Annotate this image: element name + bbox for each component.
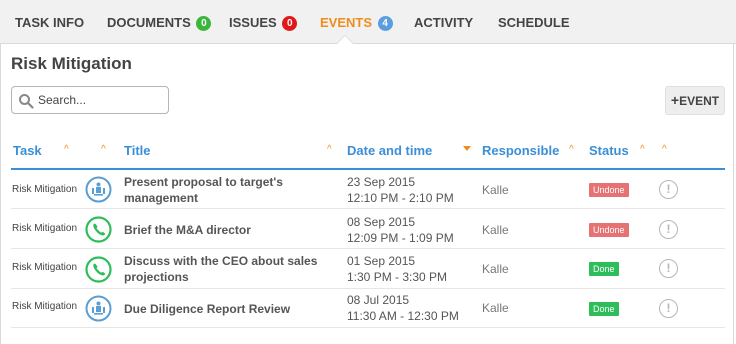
column-header-responsible[interactable]: Responsible <box>482 143 559 158</box>
event-title-line: projections <box>124 270 189 284</box>
status-badge: Done <box>589 302 619 316</box>
phone-icon <box>85 256 112 283</box>
date-time-cell: 01 Sep 2015 1:30 PM - 3:30 PM <box>347 253 447 285</box>
sort-up-icon[interactable]: ^ <box>569 144 574 155</box>
task-cell: Risk Mitigation <box>12 184 78 195</box>
table-row[interactable]: Risk Mitigation Discuss with the CEO abo… <box>11 250 725 289</box>
event-title[interactable]: Present proposal to target's management <box>124 174 283 206</box>
exclamation-icon[interactable]: ! <box>659 220 678 239</box>
task-cell: Risk Mitigation <box>12 262 78 273</box>
meeting-icon <box>85 176 112 203</box>
column-header-title[interactable]: Title <box>124 143 151 158</box>
sort-up-icon[interactable]: ^ <box>640 144 645 155</box>
page-title: Risk Mitigation <box>11 54 132 73</box>
event-time: 12:10 PM - 2:10 PM <box>347 191 454 205</box>
date-time-cell: 08 Jul 2015 11:30 AM - 12:30 PM <box>347 292 459 324</box>
tab-activity[interactable]: ACTIVITY <box>414 0 473 44</box>
plus-icon: + <box>670 92 680 108</box>
event-date: 08 Sep 2015 <box>347 215 416 229</box>
column-header-task[interactable]: Task <box>13 143 42 158</box>
documents-count-badge: 0 <box>196 16 212 31</box>
tab-schedule[interactable]: SCHEDULE <box>498 0 570 44</box>
tab-label: ISSUES <box>229 15 277 30</box>
responsible-cell: Kalle <box>482 223 509 237</box>
tab-label: DOCUMENTS <box>107 15 191 30</box>
tab-label: ACTIVITY <box>414 15 474 30</box>
event-date: 01 Sep 2015 <box>347 254 416 268</box>
exclamation-icon[interactable]: ! <box>659 259 678 278</box>
status-badge: Done <box>589 262 619 276</box>
tab-task-info[interactable]: TASK INFO <box>15 0 84 44</box>
event-time: 11:30 AM - 12:30 PM <box>347 309 459 323</box>
active-tab-pointer <box>337 36 353 44</box>
event-title[interactable]: Due Diligence Report Review <box>124 301 290 317</box>
event-title-line: Due Diligence Report Review <box>124 302 291 316</box>
sort-up-icon[interactable]: ^ <box>662 144 667 155</box>
event-title-line: Discuss with the CEO about sales <box>124 254 318 268</box>
date-time-cell: 23 Sep 2015 12:10 PM - 2:10 PM <box>347 174 454 206</box>
event-time: 12:09 PM - 1:09 PM <box>347 231 454 245</box>
event-title[interactable]: Discuss with the CEO about sales project… <box>124 253 317 285</box>
tab-label: TASK INFO <box>15 15 85 30</box>
event-date: 23 Sep 2015 <box>347 175 416 189</box>
responsible-cell: Kalle <box>482 301 509 315</box>
panel-border-right <box>733 44 734 344</box>
column-header-status[interactable]: Status <box>589 143 629 158</box>
sort-down-icon[interactable] <box>463 146 471 151</box>
issues-count-badge: 0 <box>282 16 298 31</box>
sort-up-icon[interactable]: ^ <box>327 144 332 155</box>
tab-label: EVENTS <box>320 15 373 30</box>
responsible-cell: Kalle <box>482 262 509 276</box>
table-row[interactable]: Risk Mitigation Brief the M&A director 0… <box>11 210 725 249</box>
panel-border-left <box>0 44 1 344</box>
add-event-label: EVENT <box>679 94 720 108</box>
search-input[interactable] <box>38 90 166 110</box>
status-badge: Undone <box>589 223 629 237</box>
event-title-line: management <box>124 191 199 205</box>
phone-icon <box>85 216 112 243</box>
tab-events[interactable]: EVENTS 4 <box>320 0 393 44</box>
exclamation-icon[interactable]: ! <box>659 180 678 199</box>
sort-up-icon[interactable]: ^ <box>101 144 106 155</box>
event-date: 08 Jul 2015 <box>347 293 410 307</box>
search-box[interactable] <box>11 86 169 114</box>
event-title[interactable]: Brief the M&A director <box>124 222 251 238</box>
event-title-line: Present proposal to target's <box>124 175 283 189</box>
tab-documents[interactable]: DOCUMENTS 0 <box>107 0 212 44</box>
tab-label: SCHEDULE <box>498 15 570 30</box>
search-icon <box>19 94 34 109</box>
events-count-badge: 4 <box>377 16 393 31</box>
add-event-button[interactable]: +EVENT <box>665 86 725 115</box>
tab-bar: TASK INFO DOCUMENTS 0 ISSUES 0 EVENTS 4 … <box>0 0 736 44</box>
responsible-cell: Kalle <box>482 183 509 197</box>
event-title-line: Brief the M&A director <box>124 223 251 237</box>
event-time: 1:30 PM - 3:30 PM <box>347 270 448 284</box>
exclamation-icon[interactable]: ! <box>659 299 678 318</box>
table-row[interactable]: Risk Mitigation Present proposal to targ… <box>11 170 725 209</box>
tab-issues[interactable]: ISSUES 0 <box>229 0 298 44</box>
table-row[interactable]: Risk Mitigation Due Diligence Report Rev… <box>11 289 725 328</box>
date-time-cell: 08 Sep 2015 12:09 PM - 1:09 PM <box>347 214 454 246</box>
sort-up-icon[interactable]: ^ <box>64 144 69 155</box>
task-cell: Risk Mitigation <box>12 223 78 234</box>
meeting-icon <box>85 295 112 322</box>
task-cell: Risk Mitigation <box>12 301 78 312</box>
column-header-date-time[interactable]: Date and time <box>347 143 432 158</box>
status-badge: Undone <box>589 183 629 197</box>
